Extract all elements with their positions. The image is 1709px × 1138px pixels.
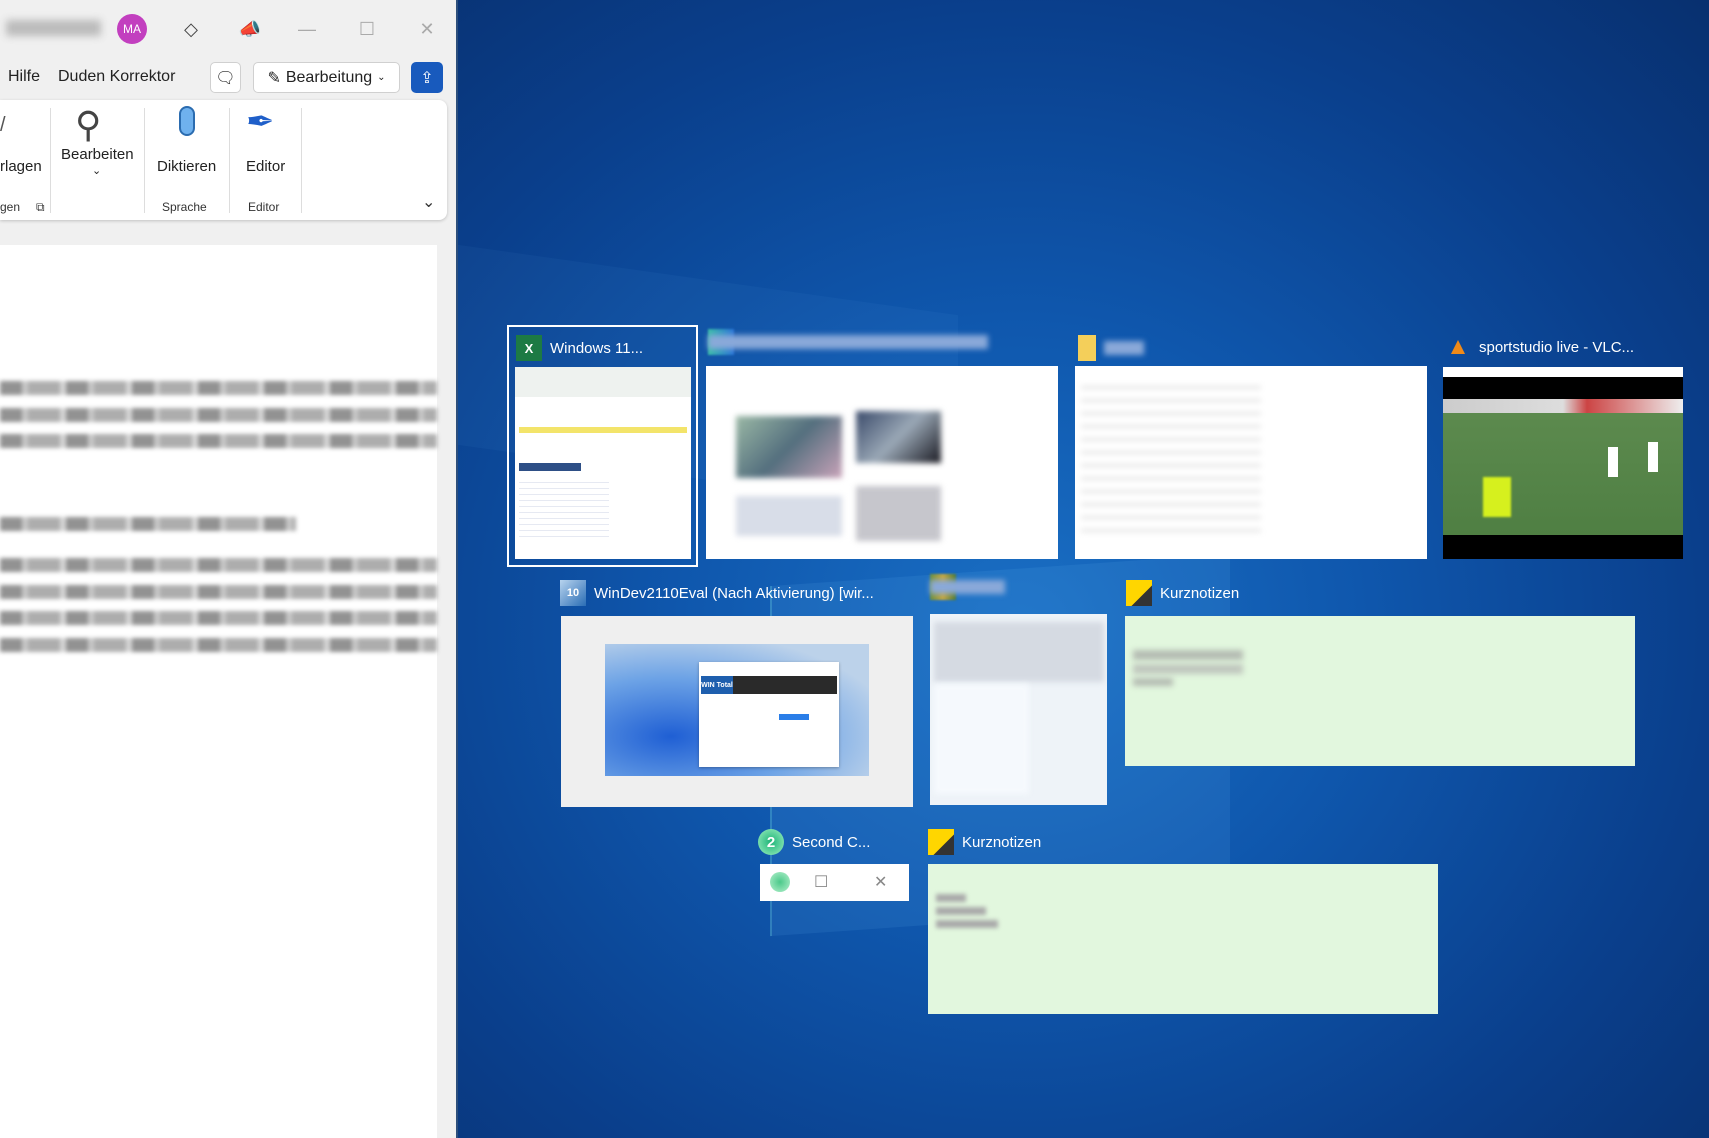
window-title-excel[interactable]: X Windows 11...	[516, 335, 643, 361]
window-thumbnail-folder[interactable]	[1075, 366, 1427, 559]
maximize-icon: ☐	[814, 874, 829, 891]
partial-group-label: gen	[0, 200, 21, 214]
ribbon: / rlagen gen ⧉ ⚲ Bearbeiten ⌄ Diktieren …	[0, 100, 447, 220]
menu-duden-korrektor[interactable]: Duden Korrektor	[58, 68, 175, 86]
pencil-icon: ✎	[267, 69, 281, 87]
minimize-button[interactable]: —	[295, 17, 319, 41]
window-thumbnail-blurred-app[interactable]	[930, 614, 1107, 805]
partial-icon: /	[0, 114, 6, 136]
partial-button-label[interactable]: rlagen	[0, 158, 42, 175]
window-title-folder[interactable]	[1078, 335, 1144, 361]
comments-button[interactable]: 🗨	[210, 62, 241, 93]
window-title-virtualbox[interactable]: 10 WinDev2110Eval (Nach Aktivierung) [wi…	[560, 580, 874, 606]
excel-icon: X	[516, 335, 542, 361]
chevron-down-icon: ⌄	[377, 72, 386, 83]
window-title-browser[interactable]	[708, 329, 988, 355]
window-title-text: Kurznotizen	[962, 833, 1042, 851]
blurred-text-line	[0, 381, 437, 395]
second-copy-icon: 2	[758, 829, 784, 855]
blurred-title	[1104, 341, 1144, 355]
premium-diamond-icon[interactable]: ◇	[179, 17, 203, 41]
window-thumbnail-virtualbox[interactable]: WIN Total	[561, 616, 913, 807]
maximize-button[interactable]: ☐	[355, 17, 379, 41]
window-title-vlc[interactable]: ▲ sportstudio live - VLC...	[1445, 333, 1635, 360]
window-thumbnail-browser[interactable]	[706, 366, 1058, 559]
ribbon-collapse-chevron[interactable]: ⌄	[422, 192, 435, 212]
window-thumbnail-second-copy[interactable]: ☐ ✕	[760, 864, 909, 901]
second-copy-icon	[770, 872, 790, 892]
window-title-second-copy[interactable]: 2 Second C...	[758, 829, 870, 855]
blurred-text-line	[0, 558, 437, 572]
window-thumbnail-sticky-notes-2[interactable]	[928, 864, 1438, 1014]
sticky-notes-icon	[928, 829, 954, 855]
folder-icon	[1078, 335, 1096, 361]
diktieren-button[interactable]: Diktieren	[157, 158, 216, 175]
editing-mode-label: Bearbeitung	[285, 68, 373, 86]
window-title-blurred-app[interactable]	[930, 574, 1005, 600]
blurred-title	[708, 335, 988, 349]
search-icon: ⚲	[75, 104, 102, 145]
vlc-icon: ▲	[1446, 333, 1470, 360]
group-editor: Editor	[248, 200, 280, 214]
blurred-title	[930, 580, 1005, 594]
sticky-notes-icon	[1126, 580, 1152, 606]
bearbeiten-button[interactable]: Bearbeiten	[61, 146, 134, 163]
avatar[interactable]: MA	[117, 14, 147, 44]
blurred-text-line	[0, 408, 437, 422]
blurred-text-line	[0, 585, 437, 599]
editor-button[interactable]: Editor	[246, 158, 285, 175]
window-title-text: sportstudio live - VLC...	[1479, 338, 1635, 356]
blurred-account-name	[6, 20, 101, 36]
share-button[interactable]: ⇪	[411, 62, 443, 93]
window-title-text: Kurznotizen	[1160, 584, 1240, 602]
close-icon: ✕	[874, 874, 888, 891]
virtualbox-icon: 10	[560, 580, 586, 606]
window-thumbnail-sticky-notes-1[interactable]	[1125, 616, 1635, 766]
word-window: MA ◇ 📣 — ☐ ✕ Hilfe Duden Korrektor 🗨 ✎ Be…	[0, 0, 458, 1138]
editing-mode-dropdown[interactable]: ✎ Bearbeitung ⌄	[253, 62, 400, 93]
dialog-launcher-icon[interactable]: ⧉	[36, 200, 45, 215]
window-title-sticky-notes-2[interactable]: Kurznotizen	[928, 829, 1041, 855]
blurred-text-line	[0, 434, 437, 448]
group-sprache: Sprache	[162, 200, 207, 214]
chevron-down-icon: ⌄	[92, 165, 102, 177]
window-thumbnail-vlc[interactable]	[1443, 367, 1683, 559]
close-button[interactable]: ✕	[415, 17, 439, 41]
window-title-text: WinDev2110Eval (Nach Aktivierung) [wir..…	[594, 584, 874, 602]
wintotal-logo: WIN Total	[701, 676, 733, 694]
window-title-sticky-notes-1[interactable]: Kurznotizen	[1126, 580, 1239, 606]
document-page[interactable]	[0, 245, 437, 1138]
microphone-icon	[179, 106, 195, 136]
blurred-text-line	[0, 611, 437, 625]
window-title-text: Second C...	[792, 833, 871, 851]
window-title-text: Windows 11...	[550, 339, 644, 357]
menu-hilfe[interactable]: Hilfe	[8, 68, 40, 86]
megaphone-icon[interactable]: 📣	[238, 17, 262, 41]
blurred-text-line	[0, 638, 437, 652]
editor-pen-icon: ✒	[246, 103, 275, 141]
share-icon: ⇪	[420, 69, 434, 87]
comment-icon: 🗨	[215, 69, 236, 87]
window-thumbnail-excel[interactable]	[515, 367, 691, 559]
blurred-heading	[0, 517, 296, 531]
